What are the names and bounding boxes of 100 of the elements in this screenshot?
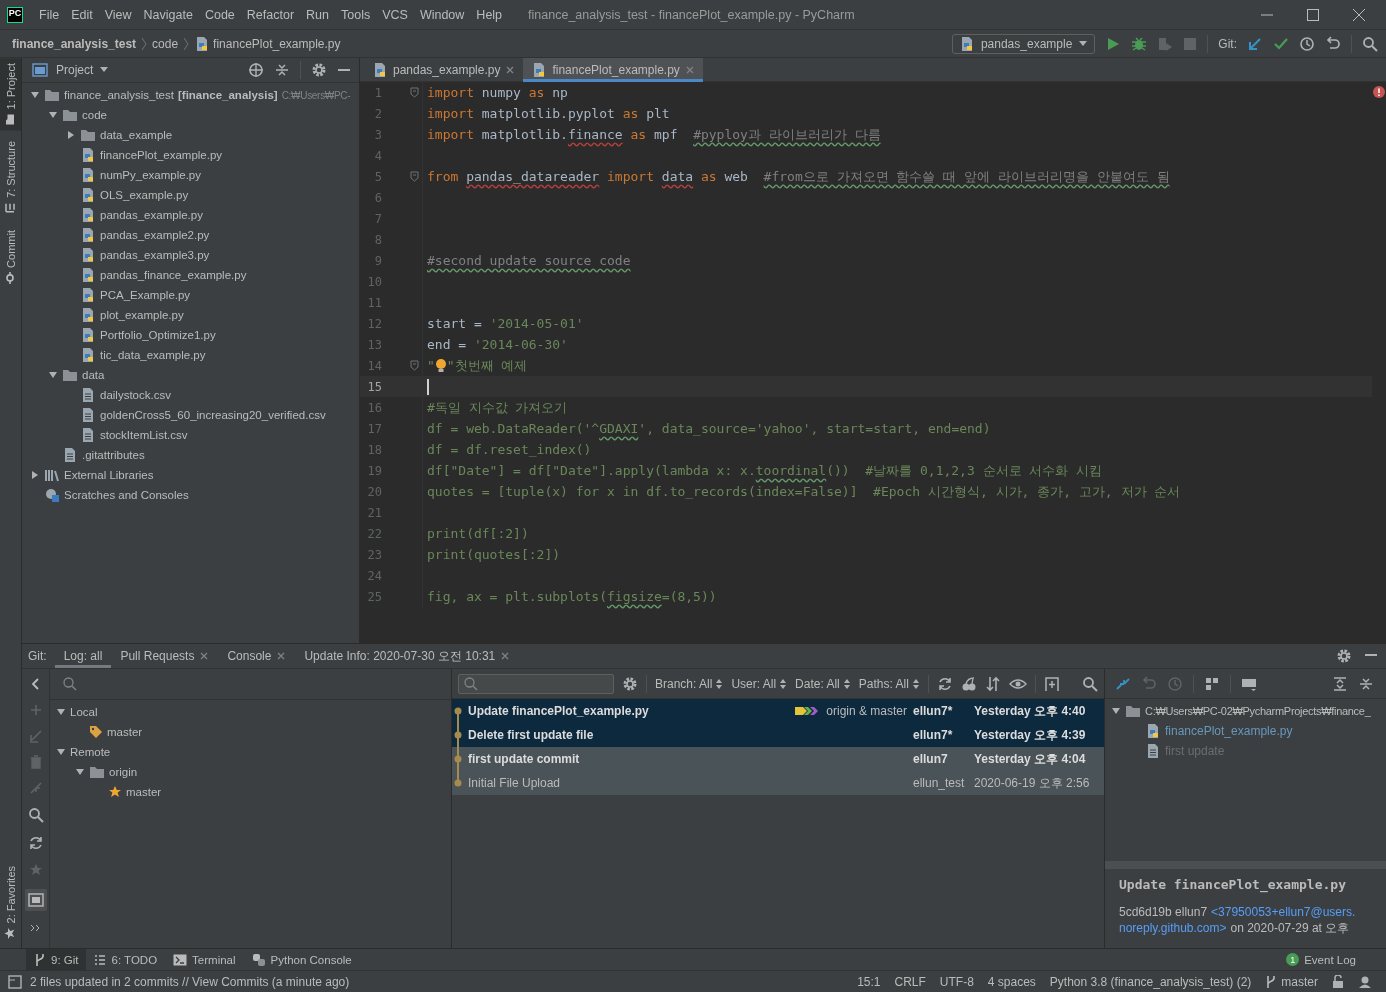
python-icon[interactable] bbox=[251, 952, 266, 967]
sort-arrows-icon[interactable] bbox=[715, 677, 724, 690]
tree-item[interactable]: code bbox=[82, 109, 107, 121]
commit-row[interactable]: Initial File Upload ellun_test 2020-06-19 오후 2:56 bbox=[452, 771, 1104, 795]
menu-item[interactable]: View bbox=[98, 7, 138, 22]
tree-item[interactable]: pandas_example2.py bbox=[100, 229, 210, 241]
branch-item[interactable]: master bbox=[126, 786, 162, 798]
tree-item[interactable]: numPy_example.py bbox=[100, 169, 201, 181]
close-icon[interactable] bbox=[505, 65, 516, 75]
search-icon[interactable] bbox=[1362, 35, 1378, 52]
menu-item[interactable]: Tools bbox=[335, 7, 377, 22]
status-message[interactable]: 2 files updated in 2 commits // View Commits (a minute ago) bbox=[30, 974, 350, 989]
email-link[interactable]: noreply.github.com> bbox=[1119, 920, 1227, 936]
close-icon[interactable] bbox=[1352, 7, 1366, 22]
event-log-button[interactable]: Event Log bbox=[1304, 953, 1356, 966]
editor-tab[interactable]: pandas_example.py bbox=[364, 58, 524, 82]
branch-icon[interactable] bbox=[34, 952, 46, 967]
menu-item[interactable]: Navigate bbox=[137, 7, 199, 22]
dropdown-caret-icon[interactable] bbox=[1078, 39, 1089, 48]
star-icon[interactable] bbox=[4, 927, 17, 939]
undo-icon[interactable] bbox=[1325, 35, 1341, 52]
settings-icon[interactable] bbox=[622, 675, 638, 692]
lightbulb-icon[interactable] bbox=[434, 357, 447, 374]
panel-title[interactable]: Project bbox=[56, 63, 94, 77]
expanded-arrow-icon[interactable] bbox=[75, 767, 85, 777]
expanded-arrow-icon[interactable] bbox=[1111, 706, 1121, 716]
tool-window-tab[interactable]: 9: Git bbox=[26, 949, 87, 970]
panel-tab[interactable]: Console bbox=[218, 644, 296, 668]
git-branch[interactable]: master bbox=[1281, 974, 1318, 989]
sort-icon[interactable] bbox=[984, 675, 1001, 692]
status-item[interactable]: 15:1 bbox=[857, 974, 881, 989]
tree-item[interactable]: pandas_example3.py bbox=[100, 249, 210, 261]
checkout-icon[interactable] bbox=[28, 729, 43, 743]
changes-root[interactable]: C:₩Users₩PC-02₩PycharmProjects₩finance_ bbox=[1145, 705, 1371, 717]
commit-row[interactable]: first update commit ellun7 Yesterday 오후 4:04 bbox=[452, 747, 1104, 771]
email-link[interactable]: <37950053+ellun7@users. bbox=[1211, 904, 1356, 920]
settings-icon[interactable] bbox=[311, 62, 327, 78]
tree-item[interactable]: pandas_example.py bbox=[100, 209, 203, 221]
search-field[interactable] bbox=[458, 673, 614, 694]
commit-row[interactable]: Update financePlot_example.py origin & master ellun7* Yesterday 오후 4:40 bbox=[452, 699, 1104, 723]
filter-dropdown[interactable]: Branch: All bbox=[655, 676, 724, 691]
tree-item[interactable]: data_example bbox=[100, 129, 173, 141]
expanded-arrow-icon[interactable] bbox=[48, 370, 58, 380]
maximize-icon[interactable] bbox=[1306, 7, 1320, 22]
breadcrumb[interactable]: financePlot_example.py bbox=[213, 36, 341, 51]
tree-item[interactable]: Portfolio_Optimize1.py bbox=[100, 329, 216, 341]
tree-item[interactable]: pandas_finance_example.py bbox=[100, 269, 247, 281]
close-icon[interactable] bbox=[199, 651, 210, 661]
filter-dropdown[interactable]: User: All bbox=[731, 676, 788, 691]
tool-window-tab[interactable]: 7: Structure bbox=[0, 136, 21, 220]
tree-item[interactable]: .gitattributes bbox=[82, 449, 145, 461]
tree-item[interactable]: tic_data_example.py bbox=[100, 349, 206, 361]
menu-item[interactable]: Edit bbox=[65, 7, 99, 22]
terminal-icon[interactable] bbox=[173, 953, 188, 966]
fold-marker-icon[interactable] bbox=[410, 360, 419, 371]
group-by-icon[interactable] bbox=[1204, 675, 1220, 692]
commit-icon[interactable] bbox=[4, 272, 17, 285]
search-icon[interactable] bbox=[27, 807, 44, 823]
more-icon[interactable] bbox=[29, 923, 42, 933]
editor-tab[interactable]: financePlot_example.py bbox=[523, 58, 703, 82]
commit-row[interactable]: Delete first update file ellun7* Yesterday 오후 4:39 bbox=[452, 723, 1104, 747]
close-icon[interactable] bbox=[500, 651, 511, 661]
menu-item[interactable]: File bbox=[33, 7, 66, 22]
changed-file[interactable]: financePlot_example.py bbox=[1165, 724, 1293, 738]
collapsed-arrow-icon[interactable] bbox=[30, 470, 40, 480]
tree-item[interactable]: plot_example.py bbox=[100, 309, 184, 321]
refresh-icon[interactable] bbox=[27, 835, 44, 851]
run-config-dropdown[interactable]: pandas_example bbox=[951, 33, 1096, 54]
tree-item[interactable]: Scratches and Consoles bbox=[64, 489, 189, 501]
tree-item[interactable]: data bbox=[82, 369, 105, 381]
menu-item[interactable]: Refactor bbox=[240, 7, 301, 22]
show-diff-icon[interactable] bbox=[1115, 675, 1131, 692]
search-icon[interactable] bbox=[1081, 675, 1098, 692]
debug-icon[interactable] bbox=[1131, 35, 1148, 52]
expanded-arrow-icon[interactable] bbox=[56, 747, 66, 757]
branch-item[interactable]: master bbox=[107, 726, 143, 738]
expanded-arrow-icon[interactable] bbox=[48, 110, 58, 120]
expanded-arrow-icon[interactable] bbox=[30, 90, 40, 100]
lock-icon[interactable] bbox=[1332, 974, 1344, 989]
new-tab-icon[interactable] bbox=[1043, 675, 1060, 692]
sort-arrows-icon[interactable] bbox=[911, 677, 920, 690]
tree-item[interactable]: PCA_Example.py bbox=[100, 289, 191, 301]
status-item[interactable]: 4 spaces bbox=[987, 974, 1036, 989]
update-arrow-icon[interactable] bbox=[1247, 35, 1263, 52]
folder-icon[interactable] bbox=[4, 113, 17, 126]
menu-item[interactable]: Run bbox=[300, 7, 335, 22]
breadcrumb[interactable]: code bbox=[152, 36, 179, 51]
menu-item[interactable]: Code bbox=[198, 7, 241, 22]
inspector-icon[interactable] bbox=[1358, 974, 1372, 989]
sort-arrows-icon[interactable] bbox=[779, 677, 788, 690]
tree-item[interactable]: dailystock.csv bbox=[100, 389, 171, 401]
list-icon[interactable] bbox=[94, 953, 107, 966]
tool-window-tab[interactable]: 1: Project bbox=[0, 58, 21, 131]
history-icon[interactable] bbox=[1299, 35, 1315, 52]
menu-item[interactable]: Help bbox=[470, 7, 509, 22]
branch-item[interactable]: Local bbox=[70, 706, 98, 718]
tool-window-tab[interactable]: Commit bbox=[0, 225, 21, 290]
tree-item[interactable]: stockItemList.csv bbox=[100, 429, 188, 441]
branch-icon[interactable] bbox=[1265, 974, 1278, 989]
tool-windows-icon[interactable] bbox=[8, 974, 22, 989]
